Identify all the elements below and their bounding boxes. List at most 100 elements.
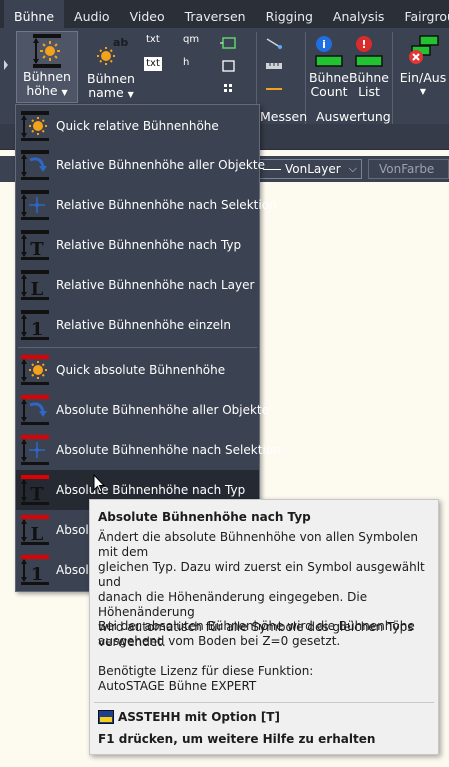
stage-height-layer-icon: L (21, 270, 49, 300)
menu-item-relative-single[interactable]: 1 Relative Bühnenhöhe einzeln (16, 305, 259, 345)
menu-item-quick-relative[interactable]: Quick relative Bühnenhöhe (16, 106, 259, 146)
buehne-list-label-1: Bühne (348, 70, 390, 85)
menu-item-label: Absolute Bühnenhöhe aller Objekte (56, 403, 270, 417)
measure-distance-icon[interactable] (265, 82, 283, 96)
tab-analysis[interactable]: Analysis (323, 0, 395, 28)
stage-height-cross-icon (21, 190, 49, 220)
rectangle-tool-icon[interactable] (220, 59, 238, 73)
info-count-icon: i (315, 36, 343, 67)
tab-fairground[interactable]: Fairground (394, 0, 449, 28)
menu-item-label: Absolute Bühnenhöhe nach Typ (56, 483, 246, 497)
buehnenname-label-2: name ▼ (88, 85, 134, 100)
buehne-list-label-2: List (358, 84, 380, 99)
group-label-messen: Messen (260, 109, 308, 124)
menu-item-relative-layer[interactable]: L Relative Bühnenhöhe nach Layer (16, 265, 259, 305)
measure-line-icon[interactable] (265, 36, 283, 50)
icon-letter: 1 (31, 319, 44, 340)
ribbon-tab-bar: Bühne Audio Video Traversen Rigging Anal… (0, 0, 449, 28)
svg-text:i: i (322, 38, 326, 51)
tooltip-license: Benötigte Lizenz für diese Funktion: Auto… (98, 664, 314, 693)
h-tool-icon[interactable]: h (183, 57, 201, 71)
svg-text:!: ! (361, 38, 366, 51)
dimension-box-icon[interactable] (220, 36, 238, 50)
icon-letter: T (30, 484, 44, 505)
stage-height-arrow-icon (21, 150, 49, 180)
linetype-value: VonLayer (285, 162, 341, 176)
menu-item-label: Quick relative Bühnenhöhe (56, 119, 219, 133)
buehne-count-label-1: Bühne (308, 70, 350, 85)
buehnenname-label-1: Bühnen (87, 71, 135, 86)
menu-item-label: Relative Bühnenhöhe aller Objekte (56, 158, 265, 172)
ribbon-separator (392, 32, 393, 124)
menu-item-relative-selection[interactable]: Relative Bühnenhöhe nach Selektion (16, 185, 277, 225)
txt-tool-icon[interactable]: txt (146, 34, 164, 48)
buehnenhoehe-button[interactable]: Bühnen höhe ▼ (16, 31, 78, 103)
grid-tool-icon[interactable] (220, 82, 238, 96)
tooltip-command: ASSTEHH mit Option [T] (118, 710, 280, 724)
group-label-auswertung: Auswertung (316, 109, 391, 124)
menu-item-absolute-all[interactable]: Absolute Bühnenhöhe aller Objekte (16, 390, 269, 430)
tab-audio[interactable]: Audio (64, 0, 120, 28)
qm-tool-icon[interactable]: qm (183, 34, 201, 48)
measure-tool-icon[interactable] (265, 59, 283, 73)
color-value: VonFarbe (379, 162, 435, 176)
chevron-down-icon: ⌵ (348, 162, 357, 175)
stage-height-arrow-icon (21, 395, 49, 425)
mouse-cursor-icon (93, 474, 105, 493)
tab-traversen[interactable]: Traversen (175, 0, 256, 28)
ein-aus-label: Ein/Aus (399, 70, 447, 85)
menu-item-label: Quick absolute Bühnenhöhe (56, 363, 226, 377)
menu-item-label: Relative Bühnenhöhe nach Typ (56, 238, 242, 252)
stage-height-typ-icon: T (21, 475, 49, 505)
tooltip-title: Absolute Bühnenhöhe nach Typ (98, 510, 311, 524)
dropdown-arrow-icon: ▼ (127, 90, 134, 99)
stage-height-sun-icon (21, 111, 49, 141)
txt-frame-tool-icon[interactable]: txt (144, 57, 162, 71)
icon-letter: L (31, 524, 44, 545)
tab-buehne[interactable]: Bühne (4, 0, 65, 28)
tab-rigging[interactable]: Rigging (256, 0, 323, 28)
command-icon (98, 710, 114, 724)
menu-item-relative-all[interactable]: Relative Bühnenhöhe aller Objekte (16, 145, 265, 185)
command-tooltip: Absolute Bühnenhöhe nach Typ Ändert die … (89, 499, 439, 755)
menu-item-relative-type[interactable]: T Relative Bühnenhöhe nach Typ (16, 225, 259, 265)
ribbon-collapse-handle[interactable] (0, 32, 10, 102)
linetype-combo[interactable]: VonLayer ⌵ (258, 159, 362, 179)
alert-list-icon: ! (355, 36, 383, 67)
menu-item-label: Relative Bühnenhöhe nach Selektion (56, 198, 277, 212)
icon-letter: L (31, 279, 44, 300)
icon-letter: 1 (31, 564, 44, 585)
icon-letter: T (30, 239, 44, 260)
stage-height-einzeln-icon: 1 (21, 555, 49, 585)
buehnenname-button[interactable]: ab Bühnen name ▼ (84, 32, 138, 104)
tooltip-note: Bei der absoluten Bühnenhöhe wird die Bü… (98, 619, 415, 648)
menu-item-label: Relative Bühnenhöhe nach Layer (56, 278, 255, 292)
menu-item-label: Absolute Bühnenhöhe nach Selektion (56, 443, 281, 457)
menu-item-label: Relative Bühnenhöhe einzeln (56, 318, 231, 332)
menu-separator (18, 347, 257, 348)
buehne-count-button[interactable]: i Bühne Count (308, 34, 350, 104)
menu-item-quick-absolute[interactable]: Quick absolute Bühnenhöhe (16, 350, 259, 390)
dropdown-arrow-icon: ▼ (61, 88, 68, 97)
tooltip-help-hint: F1 drücken, um weitere Hilfe zu erhalten (98, 732, 376, 746)
ein-aus-button[interactable]: Ein/Aus ▼ (398, 34, 448, 104)
stage-height-sun-icon (21, 355, 49, 385)
stage-name-icon: ab (97, 36, 128, 65)
ab-icon-text: ab (113, 36, 128, 49)
color-combo[interactable]: VonFarbe (368, 159, 449, 179)
toggle-on-off-icon (409, 35, 439, 64)
buehnenhoehe-label-1: Bühnen (23, 69, 71, 84)
stage-height-layer-icon: L (21, 515, 49, 545)
stage-height-typ-icon: T (21, 230, 49, 260)
buehne-list-button[interactable]: ! Bühne List (348, 34, 390, 104)
stage-height-sun-icon (33, 34, 61, 68)
buehnenhoehe-label-2: höhe ▼ (26, 83, 68, 98)
linetype-sample-icon (263, 169, 281, 170)
tab-video[interactable]: Video (120, 0, 175, 28)
dropdown-arrow-icon: ▼ (419, 87, 427, 96)
buehne-count-label-2: Count (310, 84, 348, 99)
menu-item-absolute-selection[interactable]: Absolute Bühnenhöhe nach Selektion (16, 430, 281, 470)
stage-height-cross-icon (21, 435, 49, 465)
tooltip-divider (94, 702, 434, 703)
stage-height-einzeln-icon: 1 (21, 310, 49, 340)
